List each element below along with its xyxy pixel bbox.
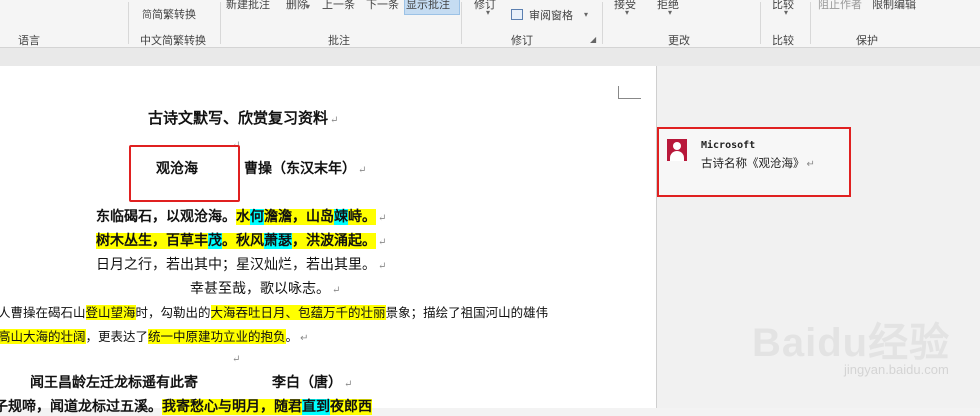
group-label-protect: 保护 (856, 34, 878, 47)
ribbon-separator (461, 2, 462, 44)
chinese-conversion-icon: 简 (142, 10, 152, 21)
ribbon-separator (602, 2, 603, 44)
ribbon: 语言 简简繁转换 中文简繁转换 新建批注 删除 ▾ 上一条 下一条 显示批注 批… (0, 0, 980, 48)
chevron-down-icon[interactable]: ▾ (486, 8, 490, 17)
show-comments-button[interactable]: 显示批注 (406, 0, 450, 12)
comment-balloon[interactable]: Microsoft 古诗名称《观沧海》 ↵ (657, 127, 851, 197)
margin-corner-mark (618, 86, 641, 99)
chinese-conversion-button[interactable]: 简简繁转换 (142, 6, 196, 22)
track-changes-button[interactable]: 修订 (474, 0, 496, 12)
dialog-launcher-icon[interactable]: ◢ (590, 35, 596, 44)
group-label-language: 语言 (18, 34, 40, 47)
poem-line: 日月之行，若出其中；星汉灿烂，若出其里。 ↵ (96, 257, 387, 273)
poem-author: 李白（唐） ↵ (272, 375, 353, 391)
ribbon-separator (810, 2, 811, 44)
previous-comment-button[interactable]: 上一条 (322, 0, 355, 12)
restrict-editing-button[interactable]: 限制编辑 (872, 0, 916, 12)
ribbon-separator (128, 2, 129, 44)
poem-title: 闻王昌龄左迁龙标遥有此寄 (30, 375, 198, 391)
poem-line: 树木丛生，百草丰茂。秋风萧瑟，洪波涌起。 ↵ (96, 233, 387, 249)
poem-note: 高山大海的壮阔，更表达了统一中原建功立业的抱负。 ↵ (0, 329, 309, 344)
poem-author: 曹操（东汉末年） ↵ (244, 161, 367, 177)
ribbon-separator (760, 2, 761, 44)
new-comment-button[interactable]: 新建批注 (226, 0, 270, 12)
chevron-down-icon[interactable]: ▾ (584, 10, 588, 19)
delete-comment-button[interactable]: 删除 (286, 0, 308, 12)
poem-note: 人曹操在碣石山登山望海时，勾勒出的大海吞吐日月、包蕴万千的壮丽景象；描绘了祖国河… (0, 305, 549, 320)
group-label-comments: 批注 (328, 34, 350, 47)
chevron-down-icon[interactable]: ▾ (668, 8, 672, 17)
empty-paragraph: ↵ (232, 354, 241, 365)
chevron-down-icon[interactable]: ▾ (306, 2, 310, 11)
group-label-compare: 比较 (772, 34, 794, 47)
group-label-chinese-conversion: 中文简繁转换 (140, 34, 206, 47)
comment-anchor-box (129, 145, 240, 202)
ribbon-separator (220, 2, 221, 44)
reviewing-pane-icon (511, 9, 523, 20)
comment-author: Microsoft (701, 140, 756, 151)
poem-line: 幸甚至哉，歌以咏志。 ↵ (190, 281, 341, 297)
user-avatar-icon (667, 139, 687, 161)
reviewing-pane-button[interactable]: 审阅窗格 (529, 7, 573, 23)
compare-button[interactable]: 比较 (772, 0, 794, 12)
chevron-down-icon[interactable]: ▾ (784, 8, 788, 17)
watermark-url: jingyan.baidu.com (844, 362, 949, 377)
poem-line: 子规啼，闻道龙标过五溪。我寄愁心与明月，随君直到夜郎西 (0, 399, 372, 415)
block-authors-button[interactable]: 阻止作者 (818, 0, 862, 12)
next-comment-button[interactable]: 下一条 (366, 0, 399, 12)
comment-text[interactable]: 古诗名称《观沧海》 ↵ (701, 155, 815, 171)
watermark-logo: Baidu经验 (752, 321, 951, 365)
chevron-down-icon[interactable]: ▾ (625, 8, 629, 17)
poem-line: 东临碣石，以观沧海。水何澹澹，山岛竦峙。 ↵ (96, 209, 387, 225)
group-label-changes: 更改 (668, 34, 690, 47)
group-label-tracking: 修订 (511, 34, 533, 47)
document-title: 古诗文默写、欣赏复习资料 ↵ (148, 109, 339, 127)
watermark: Baidu经验 jingyan.baidu.com (752, 310, 977, 396)
